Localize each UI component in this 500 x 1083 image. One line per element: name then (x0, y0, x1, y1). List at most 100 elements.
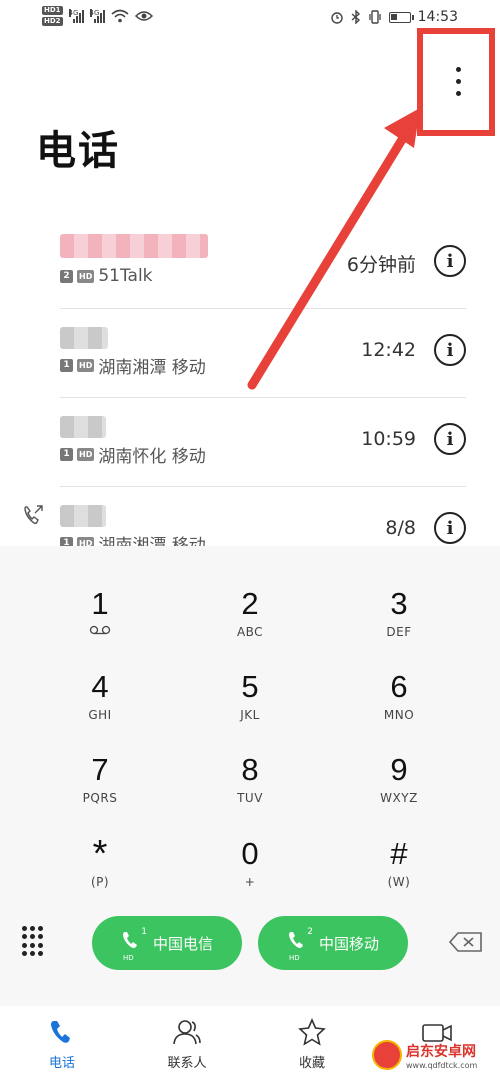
key-digit: 9 (390, 752, 408, 787)
key-digit: 3 (390, 586, 408, 621)
key-digit: 8 (241, 752, 259, 787)
watermark-logo-icon (372, 1040, 402, 1070)
vibrate-icon (368, 10, 381, 24)
eye-comfort-icon (134, 11, 153, 21)
key-letters: + (244, 875, 256, 889)
key-digit: # (390, 836, 408, 871)
key-7[interactable]: 7 PQRS (30, 750, 170, 826)
page-title: 电话 (36, 128, 120, 174)
key-digit: 6 (390, 669, 408, 704)
contact-name-redacted (60, 323, 210, 349)
volte-indicators: HD1 HD2 (42, 6, 63, 26)
hd-sim1-indicator: HD1 (42, 6, 63, 15)
battery-icon (388, 11, 414, 23)
call-location: 湖南湘潭 移动 (98, 357, 206, 378)
info-icon[interactable]: i (434, 334, 466, 366)
key-4[interactable]: 4 GHI (30, 667, 170, 743)
key-8[interactable]: 8 TUV (180, 750, 320, 826)
call-time: 12:42 (361, 339, 416, 361)
network-type-sim2: 4G (89, 9, 100, 17)
signal-sim1-icon: 4G (68, 9, 84, 23)
call-detail: 1 HD 湖南怀化 移动 (60, 444, 206, 467)
key-letters: PQRS (82, 791, 118, 805)
key-9[interactable]: 9 WXYZ (329, 750, 469, 826)
key-digit: 0 (241, 836, 259, 871)
info-icon[interactable]: i (434, 423, 466, 455)
key-digit: 5 (241, 669, 259, 704)
call-detail: 1 HD 湖南湘潭 移动 (60, 355, 206, 378)
sim-badge: 2 (60, 269, 73, 283)
hd-label: HD (288, 954, 300, 962)
carrier-label: 中国电信 (152, 934, 213, 953)
status-left: HD1 HD2 4G 4G (42, 6, 153, 26)
voicemail-icon (89, 625, 111, 635)
call-sim2-button[interactable]: 2 HD 中国移动 (258, 916, 408, 970)
key-letters: WXYZ (380, 791, 418, 805)
network-type-sim1: 4G (68, 9, 79, 17)
call-sim1-button[interactable]: 1 HD 中国电信 (92, 916, 242, 970)
dialpad: 1 2 ABC 3 DEF 4 GHI 5 JKL 6 MNO 7 PQRS 8… (0, 546, 500, 1006)
key-letters: (W) (387, 875, 411, 889)
call-detail: 2 HD 51Talk (60, 266, 153, 286)
call-log-list[interactable]: 2 HD 51Talk 6分钟前 i 1 HD 湖南湘潭 移动 12:42 i … (0, 220, 500, 548)
call-location: 51Talk (98, 266, 153, 286)
key-digit: 4 (91, 669, 109, 704)
key-5[interactable]: 5 JKL (180, 667, 320, 743)
nav-contacts[interactable]: 联系人 (142, 1018, 232, 1071)
call-time: 8/8 (385, 517, 416, 539)
nav-favorites[interactable]: 收藏 (267, 1018, 357, 1071)
nav-label: 联系人 (167, 1056, 207, 1071)
key-6[interactable]: 6 MNO (329, 667, 469, 743)
key-2[interactable]: 2 ABC (180, 584, 320, 660)
key-digit: 7 (91, 752, 109, 787)
hide-dialpad-icon[interactable] (22, 926, 46, 956)
wifi-icon (111, 9, 129, 23)
info-icon[interactable]: i (434, 512, 466, 544)
outgoing-call-icon (24, 505, 43, 525)
alarm-icon (330, 12, 343, 24)
contact-name-redacted (60, 234, 210, 260)
key-0[interactable]: 0 + (180, 834, 320, 910)
key-letters: JKL (240, 708, 260, 722)
key-1[interactable]: 1 (30, 584, 170, 660)
hd-sim2-indicator: HD2 (42, 17, 63, 26)
hd-badge: HD (77, 269, 95, 283)
key-digit: 2 (241, 586, 259, 621)
key-letters: TUV (237, 791, 263, 805)
phone-sim2-icon: 2 HD (287, 927, 313, 962)
key-3[interactable]: 3 DEF (329, 584, 469, 660)
key-star[interactable]: * (P) (30, 834, 170, 910)
sim-badge: 1 (60, 358, 73, 372)
info-icon[interactable]: i (434, 245, 466, 277)
sim-badge: 1 (60, 447, 73, 461)
call-log-row[interactable]: 1 HD 湖南怀化 移动 10:59 i (60, 398, 466, 487)
status-right: 14:53 (330, 9, 458, 25)
watermark-title: 启东安卓网 (406, 1043, 476, 1060)
contact-name-redacted (60, 412, 210, 438)
hd-label: HD (122, 954, 134, 962)
backspace-icon[interactable] (449, 931, 483, 953)
nav-phone[interactable]: 电话 (17, 1018, 107, 1071)
key-letters: MNO (383, 708, 415, 722)
call-log-row[interactable]: 1 HD 湖南湘潭 移动 12:42 i (60, 309, 466, 398)
key-letters: DEF (386, 625, 412, 639)
key-hash[interactable]: # (W) (329, 834, 469, 910)
phone-sim1-icon: 1 HD (121, 927, 147, 962)
call-log-row[interactable]: 1 HD 湖南湘潭 移动 8/8 i (60, 487, 466, 548)
watermark-url: www.qdfdtck.com (406, 1060, 478, 1070)
carrier-label: 中国移动 (318, 934, 379, 953)
sim-number: 1 (141, 927, 147, 937)
key-digit: * (92, 833, 108, 875)
contact-name-redacted (60, 501, 210, 527)
nav-label: 电话 (48, 1056, 75, 1071)
call-location: 湖南怀化 移动 (98, 446, 206, 467)
key-letters: ABC (236, 625, 264, 639)
sim-number: 2 (307, 927, 313, 937)
contacts-icon (173, 1020, 201, 1045)
watermark-text: 启东安卓网 www.qdfdtck.com (406, 1041, 477, 1070)
key-letters: (P) (90, 875, 110, 889)
site-watermark: 启东安卓网 www.qdfdtck.com (372, 1040, 477, 1070)
highlight-box-annotation (417, 28, 495, 136)
hd-badge: HD (77, 447, 95, 461)
call-log-row[interactable]: 2 HD 51Talk 6分钟前 i (60, 220, 466, 309)
